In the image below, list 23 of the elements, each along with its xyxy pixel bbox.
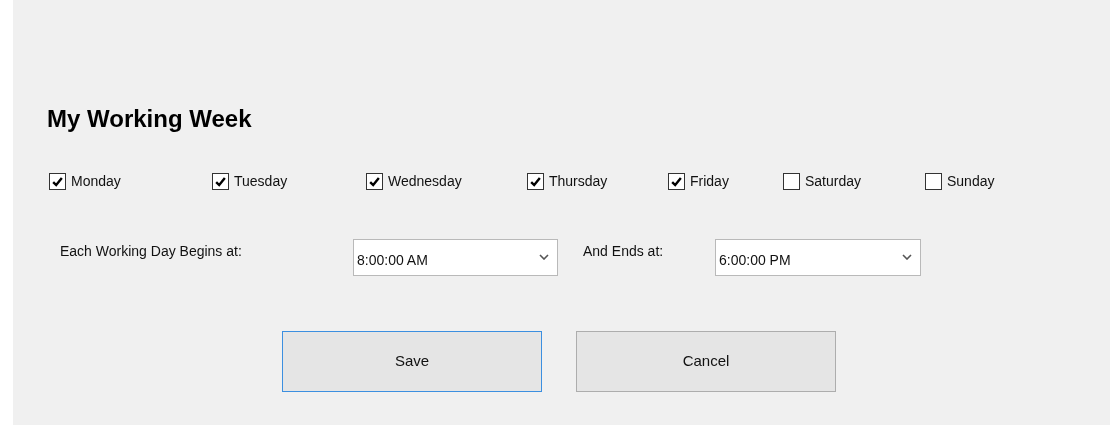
checkbox-label[interactable]: Wednesday (388, 170, 462, 192)
end-label: And Ends at: (583, 241, 665, 261)
chevron-down-icon (539, 254, 549, 260)
checkbox-label[interactable]: Sunday (947, 170, 995, 192)
checkbox-label[interactable]: Saturday (805, 170, 862, 192)
cancel-button[interactable]: Cancel (576, 331, 836, 392)
checkbox[interactable] (49, 172, 66, 190)
save-button[interactable]: Save (282, 331, 542, 392)
checkbox-label[interactable]: Friday (690, 170, 729, 192)
checkbox[interactable] (527, 172, 544, 190)
end-time-dropdown[interactable]: 6:00:00 PM (715, 238, 921, 276)
checkbox[interactable] (212, 172, 229, 190)
chevron-down-icon (902, 254, 912, 260)
begin-label: Each Working Day Begins at: (60, 241, 243, 261)
checkbox-label[interactable]: Thursday (549, 170, 608, 192)
checkbox[interactable] (925, 172, 942, 190)
checkbox[interactable] (783, 172, 800, 190)
form-title: My Working Week (47, 104, 252, 134)
begin-time-dropdown[interactable]: 8:00:00 AM (353, 238, 558, 276)
checkbox-label[interactable]: Tuesday (234, 170, 288, 192)
checkbox[interactable] (668, 172, 685, 190)
checkbox[interactable] (366, 172, 383, 190)
checkbox-label[interactable]: Monday (71, 170, 121, 192)
